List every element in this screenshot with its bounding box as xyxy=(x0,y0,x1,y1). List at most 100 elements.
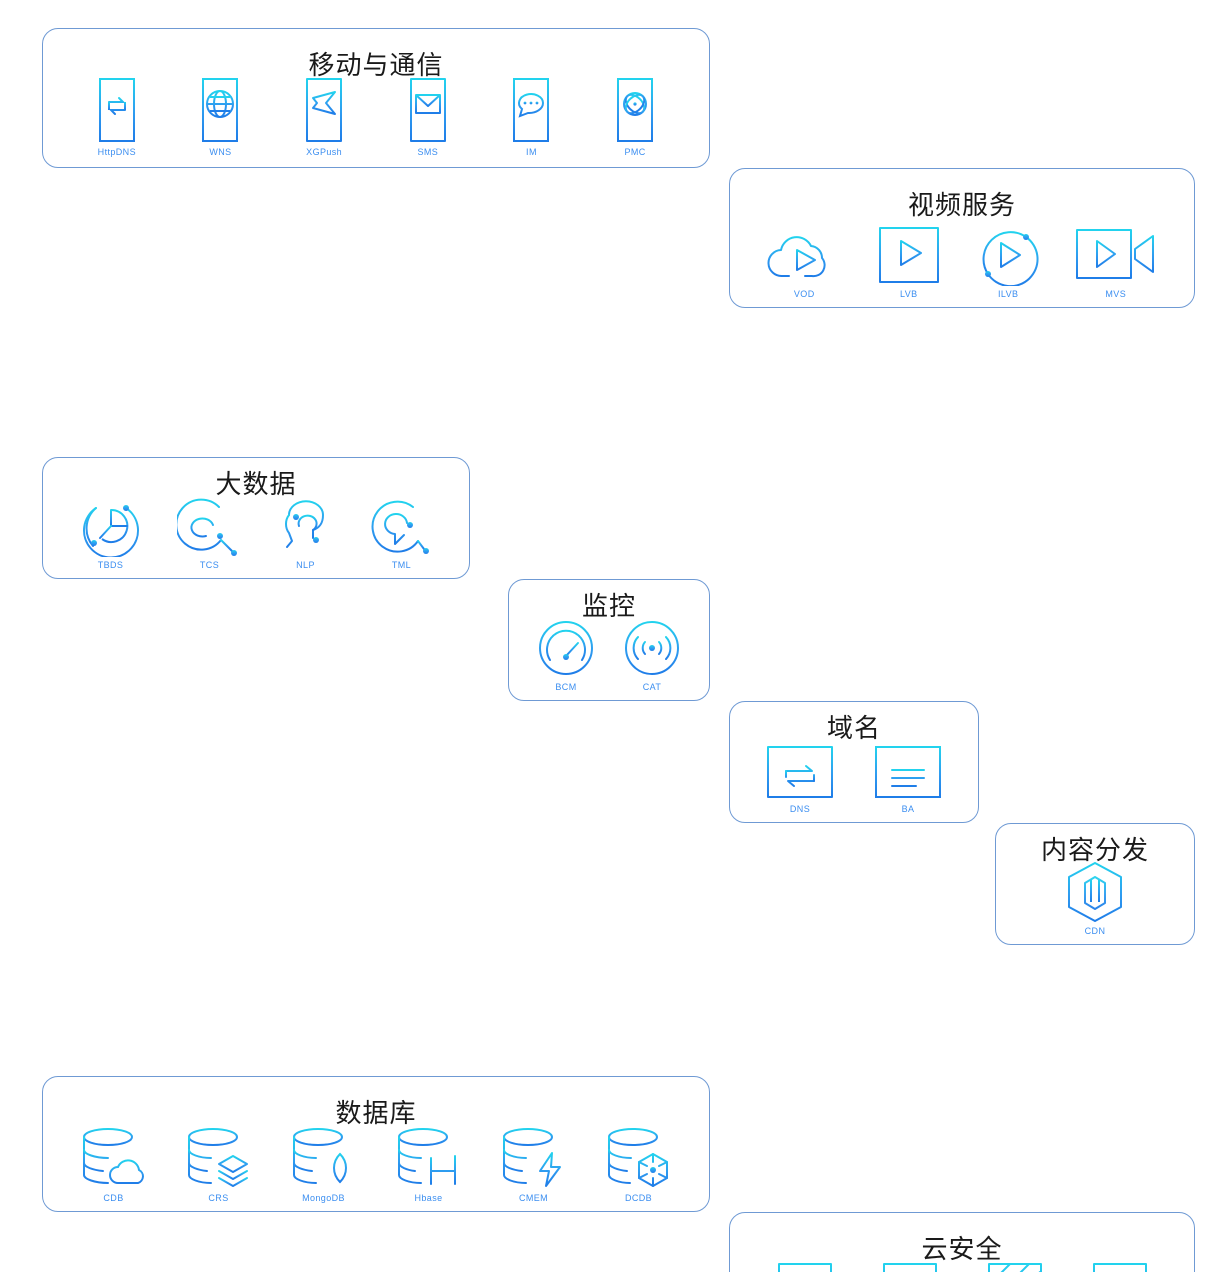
panel-items-security: HS AD AA xyxy=(730,1253,1194,1272)
circle-play-icon xyxy=(974,224,1042,288)
panel-items-database: CDB CRS MongoDB Hbase CMEM DCDB xyxy=(43,1117,709,1211)
db-bolt-icon xyxy=(498,1126,570,1190)
service-label: MVS xyxy=(1105,289,1127,299)
phone-chat-icon xyxy=(508,76,554,144)
service-item-cmem[interactable]: CMEM xyxy=(494,1124,574,1205)
db-layers-icon xyxy=(183,1126,255,1190)
service-item-vod[interactable]: VOD xyxy=(761,222,847,301)
cloud-play-icon xyxy=(765,224,843,286)
service-label: DNS xyxy=(789,804,811,814)
service-item-crs[interactable]: CRS xyxy=(179,1124,259,1205)
service-item-ad[interactable]: AD xyxy=(874,1258,946,1272)
panel-cdn: 内容分发 CDN xyxy=(995,823,1195,945)
service-label: BA xyxy=(901,804,915,814)
service-item-hs[interactable]: HS xyxy=(769,1258,841,1272)
service-item-cdn[interactable]: CDN xyxy=(1059,859,1131,938)
panel-database: 数据库 CDB CRS MongoDB Hbase CMEM DCDB xyxy=(42,1076,710,1212)
shield-split-icon xyxy=(878,1260,942,1272)
screen-play-icon xyxy=(874,224,944,286)
service-item-xgpush[interactable]: XGPush xyxy=(297,74,351,159)
service-item-lvb[interactable]: LVB xyxy=(870,222,948,301)
service-item-dcdb[interactable]: DCDB xyxy=(599,1124,679,1205)
service-item-pmc[interactable]: PMC xyxy=(608,74,662,159)
service-item-cat[interactable]: CAT xyxy=(618,617,686,694)
service-item-im[interactable]: IM xyxy=(504,74,558,159)
shield-lock-icon xyxy=(773,1260,837,1272)
panel-items-monitor: BCM CAT xyxy=(509,614,709,700)
service-item-tml[interactable]: TML xyxy=(365,493,439,572)
service-label: ILVB xyxy=(998,289,1019,299)
service-label: CRS xyxy=(208,1193,229,1203)
service-label: CDN xyxy=(1084,926,1106,936)
db-hexnode-icon xyxy=(603,1126,675,1190)
service-item-bcm[interactable]: BCM xyxy=(532,617,600,694)
panel-monitor: 监控 BCM CAT xyxy=(508,579,710,701)
brain-node-icon xyxy=(276,495,336,557)
hexagon-layers-icon xyxy=(1063,861,1127,923)
service-item-aa[interactable]: AA xyxy=(979,1258,1051,1272)
service-item-tbds[interactable]: TBDS xyxy=(74,493,148,572)
service-label: TBDS xyxy=(97,560,124,570)
phone-envelope-icon xyxy=(405,76,451,144)
service-item-cdb[interactable]: CDB xyxy=(74,1124,154,1205)
screen-speaker-play-icon xyxy=(1073,224,1159,286)
service-item-nlp[interactable]: NLP xyxy=(272,493,340,572)
db-cloud-icon xyxy=(78,1126,150,1190)
service-label: HttpDNS xyxy=(97,147,136,157)
panel-bigdata: 大数据 TBDS TCS NLP TML xyxy=(42,457,470,579)
panel-mobile: 移动与通信 HttpDNS WNS XGPush SMS IM PMC xyxy=(42,28,710,168)
service-label: DCDB xyxy=(624,1193,653,1203)
service-label: LVB xyxy=(899,289,918,299)
panel-items-cdn: CDN xyxy=(996,858,1194,944)
pie-orbit-icon xyxy=(78,495,144,559)
service-item-mongodb[interactable]: MongoDB xyxy=(284,1124,364,1205)
service-label: CAT xyxy=(642,682,662,692)
phone-sync-icon xyxy=(94,76,140,144)
service-label: BCM xyxy=(555,682,577,692)
panel-items-mobile: HttpDNS WNS XGPush SMS IM PMC xyxy=(43,69,709,167)
panel-items-domain: DNS BA xyxy=(730,736,978,822)
service-label: CDB xyxy=(103,1193,124,1203)
service-label: WNS xyxy=(209,147,232,157)
phone-atom-icon xyxy=(612,76,658,144)
shield-stripes-icon xyxy=(983,1260,1047,1272)
service-item-dns[interactable]: DNS xyxy=(760,741,840,816)
db-h-icon xyxy=(393,1126,465,1190)
service-label: Hbase xyxy=(414,1193,443,1203)
panel-items-video: VOD LVB ILVB MVS xyxy=(730,211,1194,307)
panel-items-bigdata: TBDS TCS NLP TML xyxy=(43,492,469,578)
phone-push-icon xyxy=(301,76,347,144)
service-label: IM xyxy=(526,147,537,157)
service-item-httpdns[interactable]: HttpDNS xyxy=(90,74,144,159)
service-label: XGPush xyxy=(306,147,343,157)
service-label: NLP xyxy=(296,560,315,570)
panel-domain: 域名 DNS BA xyxy=(729,701,979,823)
service-item-cr[interactable]: CR xyxy=(1084,1258,1156,1272)
service-label: MongoDB xyxy=(302,1193,345,1203)
window-lines-icon xyxy=(872,743,944,801)
phone-globe-icon xyxy=(197,76,243,144)
service-item-tcs[interactable]: TCS xyxy=(173,493,247,572)
service-label: SMS xyxy=(417,147,439,157)
db-leaf-icon xyxy=(288,1126,360,1190)
service-item-hbase[interactable]: Hbase xyxy=(389,1124,469,1205)
service-label: PMC xyxy=(624,147,646,157)
spiral-node-icon xyxy=(369,495,435,557)
service-label: TML xyxy=(391,560,412,570)
service-item-ilvb[interactable]: ILVB xyxy=(970,222,1046,301)
service-item-mvs[interactable]: MVS xyxy=(1069,222,1163,301)
signal-waves-icon xyxy=(622,619,682,679)
shield-app-icon xyxy=(1088,1260,1152,1272)
gauge-icon xyxy=(536,619,596,679)
service-item-wns[interactable]: WNS xyxy=(193,74,247,159)
service-label: CMEM xyxy=(518,1193,549,1203)
panel-security: 云安全 HS xyxy=(729,1212,1195,1272)
service-item-ba[interactable]: BA xyxy=(868,741,948,816)
service-label: VOD xyxy=(793,289,815,299)
service-label: TCS xyxy=(199,560,220,570)
window-sync-icon xyxy=(764,743,836,801)
search-swirl-icon xyxy=(174,495,243,557)
service-item-sms[interactable]: SMS xyxy=(401,74,455,159)
service-catalog-board: 移动与通信 HttpDNS WNS XGPush SMS IM PMC 视频服务… xyxy=(0,0,1223,1272)
panel-video: 视频服务 VOD LVB ILVB MVS xyxy=(729,168,1195,308)
